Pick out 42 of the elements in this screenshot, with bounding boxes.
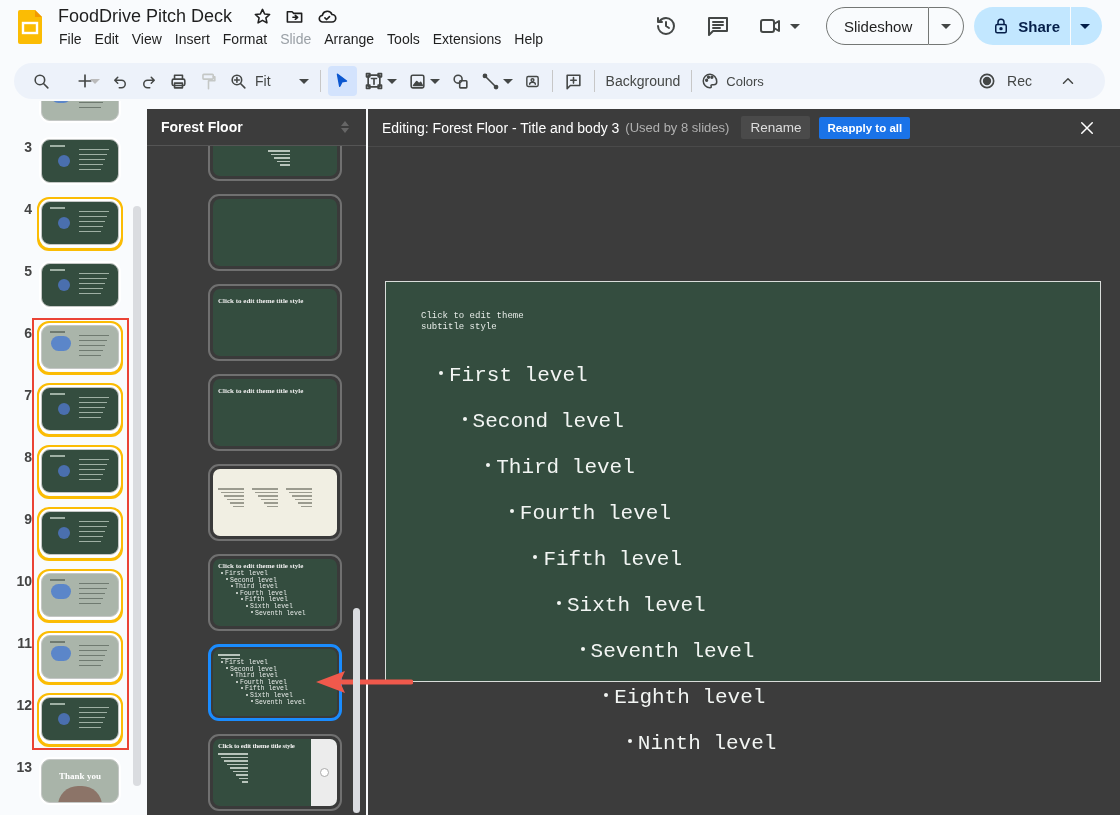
share-button[interactable]: Share bbox=[974, 7, 1071, 45]
zoom-dropdown[interactable]: Fit bbox=[255, 73, 309, 89]
menu-item[interactable]: Insert bbox=[174, 31, 222, 47]
bullet-text: Sixth level bbox=[557, 593, 706, 617]
menu-item[interactable]: Format bbox=[222, 31, 280, 47]
bullet-text: First level bbox=[439, 363, 588, 387]
slide-number: 11 bbox=[16, 634, 32, 653]
slide-number: 3 bbox=[23, 138, 32, 157]
menu-item[interactable]: Extensions bbox=[432, 31, 514, 47]
slide-number: 8 bbox=[23, 448, 32, 467]
colors-button[interactable]: Colors bbox=[701, 72, 764, 90]
menu-item[interactable]: Arrange bbox=[324, 31, 387, 47]
bullet-text: Eighth level bbox=[604, 685, 766, 709]
menu-item[interactable]: File bbox=[58, 31, 94, 47]
slide-number: 4 bbox=[23, 200, 32, 219]
slide-number: 10 bbox=[15, 572, 32, 591]
menu-item[interactable]: Help bbox=[514, 31, 556, 47]
reapply-button[interactable]: Reapply to all bbox=[819, 116, 911, 139]
slide-number: 5 bbox=[23, 262, 32, 281]
bullet-text: Seventh level bbox=[580, 639, 755, 663]
bullet-text: Third level bbox=[486, 455, 635, 479]
slide-number: 6 bbox=[23, 324, 32, 343]
record-button[interactable]: Rec bbox=[977, 71, 1032, 91]
bullet-text: Fourth level bbox=[509, 501, 672, 525]
menu-item[interactable]: Tools bbox=[387, 31, 432, 47]
slide-number: 9 bbox=[23, 510, 32, 529]
theme-name: Forest Floor bbox=[161, 119, 243, 135]
slide-number: 7 bbox=[23, 386, 32, 405]
subtitle-placeholder[interactable]: Click to edit theme subtitle style bbox=[421, 311, 571, 333]
bullet-text: Second level bbox=[462, 409, 624, 433]
bullet-text: Fifth level bbox=[533, 547, 682, 571]
menu-item[interactable]: Edit bbox=[94, 31, 131, 47]
slide-title: Thank you bbox=[58, 771, 102, 781]
rename-button[interactable]: Rename bbox=[741, 116, 811, 139]
background-button[interactable]: Background bbox=[605, 73, 681, 89]
bullet-text: Ninth level bbox=[627, 731, 777, 755]
slide-number: 13 bbox=[15, 758, 32, 777]
menu-item[interactable]: View bbox=[131, 31, 174, 47]
usage-count: (Used by 8 slides) bbox=[625, 120, 730, 135]
editor-heading: Editing: Forest Floor - Title and body 3 bbox=[382, 119, 620, 136]
document-title[interactable]: FoodDrive Pitch Deck bbox=[58, 6, 233, 27]
slide-number: 12 bbox=[15, 696, 32, 715]
